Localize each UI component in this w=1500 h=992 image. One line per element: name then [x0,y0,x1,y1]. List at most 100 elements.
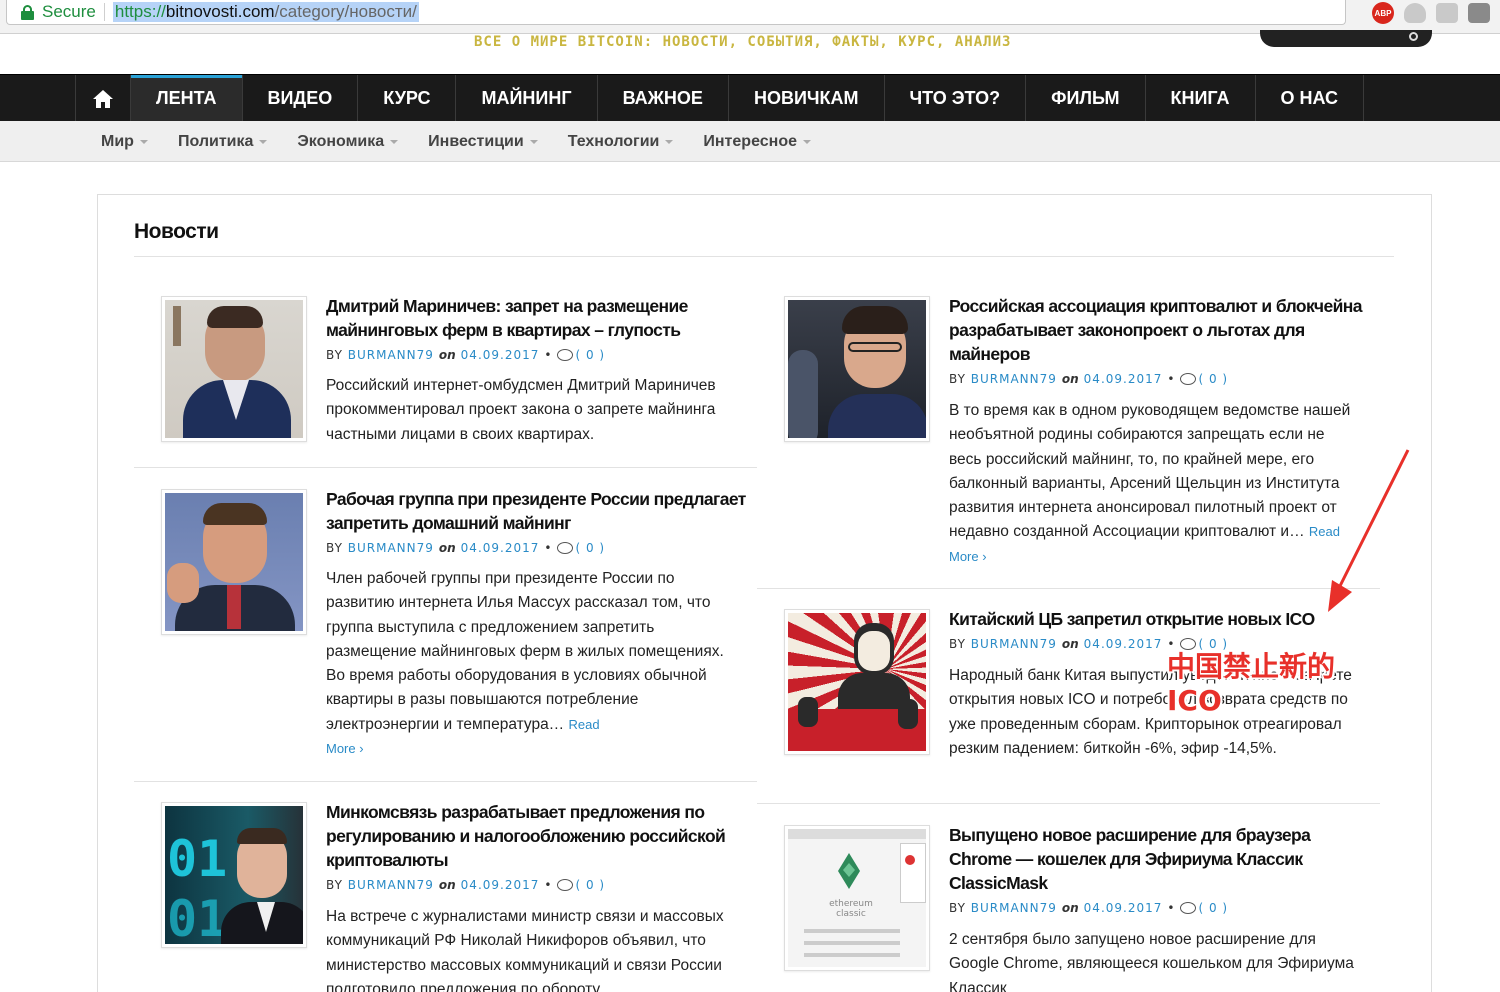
cloud-extension-icon[interactable] [1404,3,1426,23]
comments-link[interactable]: ( 0 ) [575,878,605,892]
comment-icon [1180,373,1197,385]
browser-toolbar: Secure https://bitnovosti.com/category/н… [0,0,1500,34]
thumb-code-text: 01 [167,830,228,888]
author-link[interactable]: BURMANN79 [971,637,1057,651]
evernote-extension-icon[interactable] [1468,3,1490,23]
post-thumbnail[interactable] [161,296,307,442]
meta-on: on [1061,372,1079,386]
post-excerpt: В то время как в одном руководящем ведом… [949,399,1359,569]
nav-kurs[interactable]: КУРС [357,75,455,122]
post-meta: BY BURMANN79 on 04.09.2017 •( 0 ) [326,348,606,362]
post-meta: BY BURMANN79 on 04.09.2017 •( 0 ) [949,372,1229,386]
post-thumbnail[interactable]: 01 01 [161,802,307,948]
subnav-label: Интересное [703,132,797,150]
caret-down-icon [802,139,811,144]
nav-video[interactable]: ВИДЕО [241,75,358,122]
nav-lenta[interactable]: ЛЕНТА [130,75,242,122]
post-title[interactable]: Российская ассоциация криптовалют и блок… [949,294,1369,366]
post-excerpt: Российский интернет-омбудсмен Дмитрий Ма… [326,377,716,443]
nav-beginners[interactable]: НОВИЧКАМ [727,75,884,122]
author-link[interactable]: BURMANN79 [348,348,434,362]
author-link[interactable]: BURMANN79 [348,541,434,555]
meta-by: BY [326,348,343,362]
adblock-icon[interactable]: ABP [1372,2,1394,24]
category-navigation: Мир Политика Экономика Инвестиции Технол… [0,121,1500,162]
post-title[interactable]: Китайский ЦБ запретил открытие новых ICO [949,607,1369,631]
nav-what-is-it[interactable]: ЧТО ЭТО? [883,75,1026,122]
caret-down-icon [390,139,399,144]
date-link[interactable]: 04.09.2017 [1084,901,1163,915]
url-host: bitnovosti.com [165,2,275,21]
url-text[interactable]: https://bitnovosti.com/category/новости/ [112,2,419,22]
meta-by: BY [326,541,343,555]
date-link[interactable]: 04.09.2017 [1084,372,1163,386]
date-link[interactable]: 04.09.2017 [461,878,540,892]
subnav-investments[interactable]: Инвестиции [428,133,538,151]
post-excerpt: 2 сентября было запущено новое расширени… [949,931,1354,992]
caret-down-icon [529,139,538,144]
subnav-label: Экономика [297,132,385,150]
url-path: /category/новости/ [274,2,417,21]
annotation-arrow-icon [1328,449,1410,612]
date-link[interactable]: 04.09.2017 [461,541,540,555]
subnav-label: Технологии [567,132,660,150]
nav-film[interactable]: ФИЛЬМ [1025,75,1144,122]
nav-home[interactable] [75,75,130,122]
title-divider [134,256,1394,257]
comments-link[interactable]: ( 0 ) [1198,901,1228,915]
author-link[interactable]: BURMANN79 [971,901,1057,915]
post-meta: BY BURMANN79 on 04.09.2017 •( 0 ) [326,878,606,892]
post-title[interactable]: Дмитрий Мариничев: запрет на размещение … [326,294,746,342]
subnav-technology[interactable]: Технологии [568,133,674,151]
meta-on: on [438,878,456,892]
post-thumbnail[interactable] [161,489,307,635]
annotation-line: ICO [1167,684,1222,717]
meta-by: BY [949,901,966,915]
document-extension-icon[interactable] [1436,3,1458,23]
secure-label: Secure [42,2,96,21]
subnav-economy[interactable]: Экономика [297,132,399,151]
date-link[interactable]: 04.09.2017 [1084,637,1163,651]
comment-icon [1180,902,1197,914]
extension-icons: ABP [1372,2,1490,24]
address-bar[interactable]: Secure https://bitnovosti.com/category/н… [6,0,1346,25]
post-title[interactable]: Рабочая группа при президенте России пре… [326,487,746,535]
post-divider [134,781,757,782]
subnav-label: Инвестиции [428,132,524,150]
main-navigation: ЛЕНТА ВИДЕО КУРС МАЙНИНГ ВАЖНОЕ НОВИЧКАМ… [0,74,1500,122]
comments-link[interactable]: ( 0 ) [575,541,605,555]
excerpt-text: В то время как в одном руководящем ведом… [949,402,1351,541]
site-tagline: ВСЕ О МИРЕ BITCOIN: НОВОСТИ, СОБЫТИЯ, ФА… [474,34,1012,50]
comments-link[interactable]: ( 0 ) [1198,372,1228,386]
author-link[interactable]: BURMANN79 [971,372,1057,386]
search-icon [1409,32,1418,41]
post-title[interactable]: Выпущено новое расширение для браузера C… [949,823,1369,895]
date-link[interactable]: 04.09.2017 [461,348,540,362]
post-excerpt: Член рабочей группы при президенте Росси… [326,567,746,761]
post-title[interactable]: Минкомсвязь разрабатывает предложения по… [326,800,746,872]
subnav-politics[interactable]: Политика [178,133,268,151]
subnav-label: Мир [101,132,134,150]
annotation-label: 中国禁止新的 ICO [1167,648,1335,720]
post-thumbnail[interactable] [784,609,930,755]
post-thumbnail[interactable] [784,296,930,442]
url-separator [103,3,105,21]
subnav-world[interactable]: Мир [101,133,148,151]
thumb-eth-label: classic [836,909,866,919]
page-title: Новости [134,220,219,243]
header-search[interactable] [1260,30,1432,47]
thumb-eth-label: ethereum [829,899,873,909]
author-link[interactable]: BURMANN79 [348,878,434,892]
subnav-interesting[interactable]: Интересное [703,133,811,151]
post-excerpt: На встрече с журналистами министр связи … [326,908,724,992]
nav-book[interactable]: КНИГА [1144,75,1255,122]
meta-by: BY [949,637,966,651]
caret-down-icon [139,139,148,144]
nav-important[interactable]: ВАЖНОЕ [596,75,728,122]
nav-about[interactable]: О НАС [1254,75,1365,122]
meta-on: on [1061,637,1079,651]
nav-mining[interactable]: МАЙНИНГ [455,75,596,122]
caret-down-icon [665,139,674,144]
comments-link[interactable]: ( 0 ) [575,348,605,362]
post-thumbnail[interactable]: ethereum classic [784,825,930,971]
